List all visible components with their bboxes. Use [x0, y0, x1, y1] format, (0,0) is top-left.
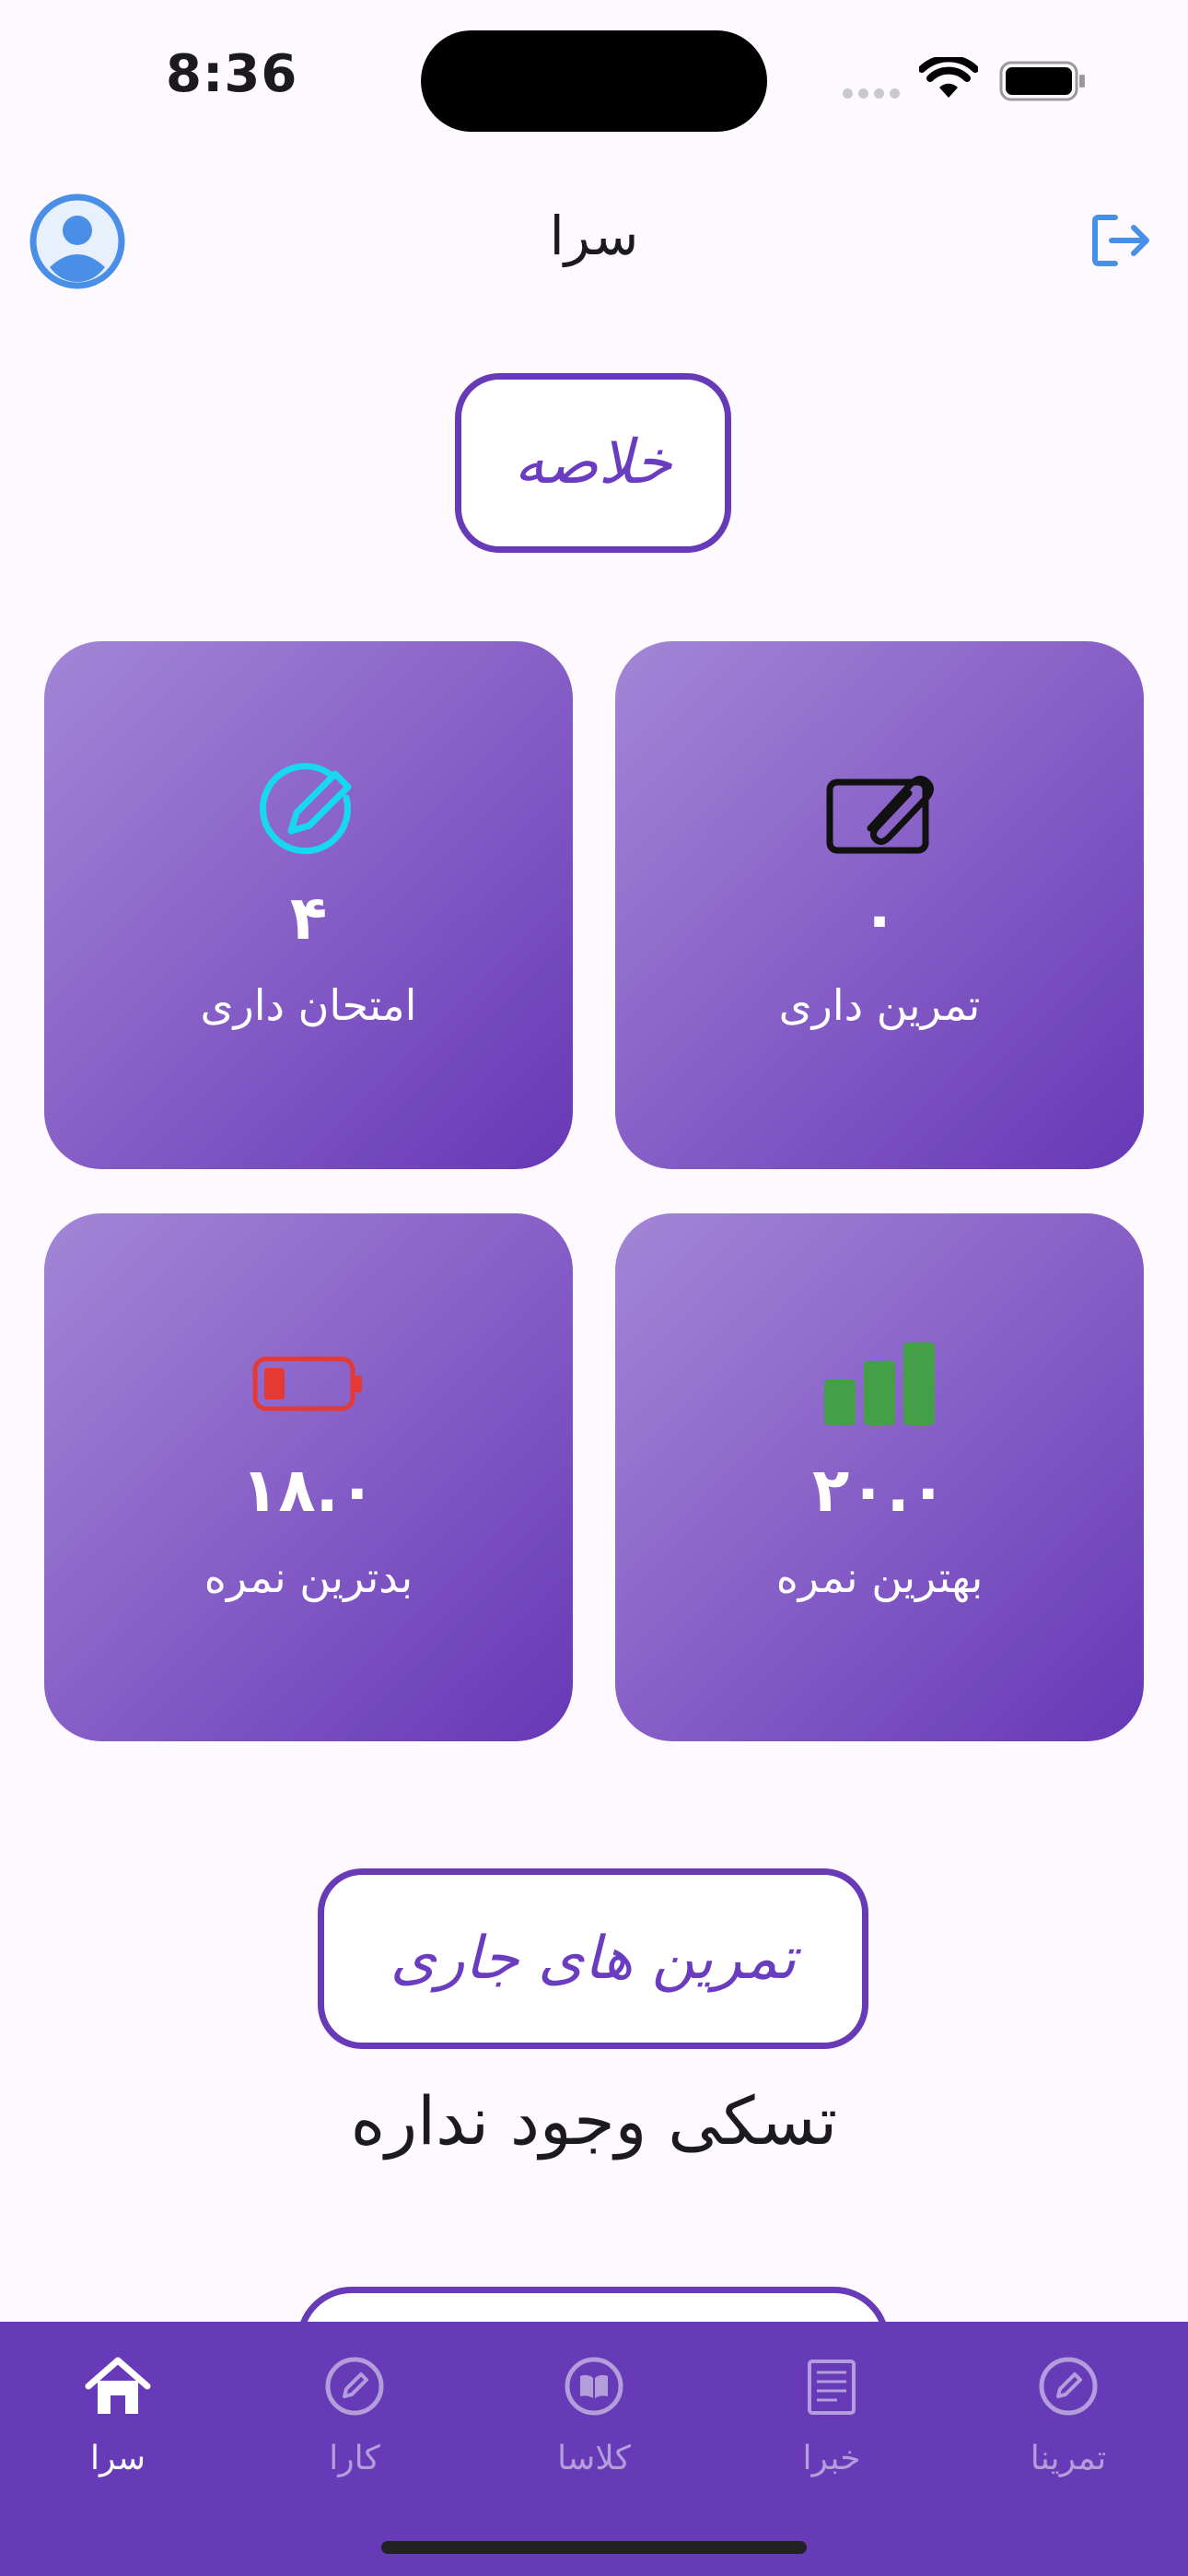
signal-bars-icon	[615, 1333, 1144, 1434]
best-grade-value: ۲۰.۰	[812, 1455, 947, 1526]
home-indicator	[381, 2541, 807, 2554]
worst-grade-value: ۱۸.۰	[241, 1455, 376, 1526]
assignments-label: تمرین داری	[778, 980, 981, 1030]
nav-item-classes[interactable]: کلاسا	[502, 2349, 686, 2477]
nav-label-classes: کلاسا	[557, 2440, 631, 2477]
nav-label-tasks: کارا	[329, 2440, 380, 2477]
cellular-signal-icon	[843, 85, 905, 102]
assignments-count: ۰	[860, 883, 899, 954]
nav-item-tasks[interactable]: کارا	[262, 2349, 447, 2477]
pencil-circle-icon	[976, 2349, 1160, 2423]
battery-icon	[999, 61, 1087, 105]
exams-count-card[interactable]: ۴ امتحان داری	[44, 641, 573, 1169]
assignment-attach-icon	[615, 761, 1144, 862]
exams-count: ۴	[289, 883, 328, 954]
current-tasks-heading: تمرین های جاری	[318, 1868, 868, 2049]
home-icon	[26, 2349, 210, 2423]
nav-label-home: سرا	[89, 2440, 146, 2477]
low-battery-icon	[44, 1333, 573, 1434]
best-grade-label: بهترین نمره	[775, 1552, 984, 1602]
newspaper-icon	[740, 2349, 924, 2423]
pencil-circle-icon	[262, 2349, 447, 2423]
worst-grade-card[interactable]: ۱۸.۰ بدترین نمره	[44, 1213, 573, 1741]
status-time: 8:36	[166, 44, 298, 104]
dynamic-island	[421, 30, 767, 132]
assignments-count-card[interactable]: ۰ تمرین داری	[615, 641, 1144, 1169]
page-title: سرا	[549, 205, 639, 267]
nav-item-home[interactable]: سرا	[26, 2349, 210, 2477]
bottom-navigation-bar: سرا کارا کلاسا خبرا تمرینا	[0, 2322, 1188, 2576]
logout-icon[interactable]	[1091, 212, 1152, 273]
nav-item-assignments[interactable]: تمرینا	[976, 2349, 1160, 2477]
summary-heading: خلاصه	[455, 373, 731, 553]
best-grade-card[interactable]: ۲۰.۰ بهترین نمره	[615, 1213, 1144, 1741]
nav-label-news: خبرا	[802, 2440, 861, 2477]
book-circle-icon	[502, 2349, 686, 2423]
empty-tasks-message: تسکی وجود نداره	[350, 2082, 838, 2160]
nav-item-news[interactable]: خبرا	[740, 2349, 924, 2477]
worst-grade-label: بدترین نمره	[204, 1552, 413, 1602]
nav-label-assignments: تمرینا	[1030, 2440, 1107, 2477]
exams-label: امتحان داری	[200, 980, 417, 1030]
exam-pencil-icon	[44, 761, 573, 862]
wifi-icon	[918, 54, 979, 105]
